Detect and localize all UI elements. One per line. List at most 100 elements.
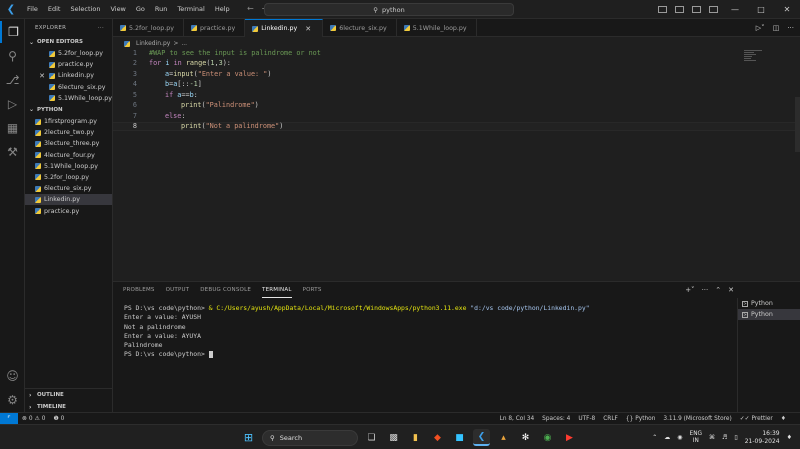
open-editor-item[interactable]: practice.py xyxy=(25,59,112,70)
tab-6lecture-six[interactable]: 6lecture_six.py xyxy=(323,19,397,37)
code-line[interactable]: 7 else: xyxy=(113,111,800,120)
language-mode[interactable]: {} Python xyxy=(622,416,660,422)
file-item[interactable]: 1firstprogram.py xyxy=(25,116,112,127)
red-app-icon[interactable]: ◆ xyxy=(429,429,446,446)
file-item[interactable]: practice.py xyxy=(25,205,112,216)
close-editor-icon[interactable]: ✕ xyxy=(37,72,47,80)
tab-terminal[interactable]: TERMINAL xyxy=(262,282,292,298)
volume-icon[interactable]: ♬ xyxy=(722,434,727,441)
source-control-icon[interactable]: ⎇ xyxy=(0,69,25,91)
code-line[interactable]: 4 b=a[::-1] xyxy=(113,80,800,89)
indentation[interactable]: Spaces: 4 xyxy=(538,416,574,422)
encoding[interactable]: UTF-8 xyxy=(574,416,599,422)
maximize-button[interactable]: □ xyxy=(748,5,774,14)
menu-terminal[interactable]: Terminal xyxy=(172,0,209,19)
menu-go[interactable]: Go xyxy=(131,0,150,19)
language-indicator[interactable]: ENG IN xyxy=(690,431,703,445)
chatgpt-app-icon[interactable]: ✻ xyxy=(517,429,534,446)
chrome-app-icon[interactable]: ◉ xyxy=(539,429,556,446)
run-debug-icon[interactable]: ▷ xyxy=(0,93,25,115)
windows-start-icon[interactable]: ⊞ xyxy=(240,429,257,446)
clock[interactable]: 16:39 21-09-2024 xyxy=(745,430,780,446)
timeline-section[interactable]: › TIMELINE xyxy=(25,401,112,412)
open-editor-item[interactable]: 6lecture_six.py xyxy=(25,82,112,93)
line-endings[interactable]: CRLF xyxy=(599,416,622,422)
notifications-bell-icon[interactable]: ♦ xyxy=(777,416,790,422)
file-item[interactable]: 3lecture_three.py xyxy=(25,138,112,149)
file-explorer-icon[interactable]: ▮ xyxy=(407,429,424,446)
ports-status[interactable]: ❶ 0 xyxy=(49,416,68,422)
run-python-icon[interactable]: ▷˅ xyxy=(756,24,765,32)
tab-problems[interactable]: PROBLEMS xyxy=(123,282,155,298)
cloud-icon[interactable]: ☁ xyxy=(664,434,670,441)
cursor-position[interactable]: Ln 8, Col 34 xyxy=(496,416,539,422)
code-line[interactable]: 6 print("Palindrome") xyxy=(113,101,800,110)
extensions-icon[interactable]: ▦ xyxy=(0,117,25,139)
toggle-sidebar-icon[interactable] xyxy=(658,6,667,13)
wifi-icon[interactable]: ⌘ xyxy=(709,434,715,441)
code-line[interactable]: 1 #WAP to see the input is palindrome or… xyxy=(113,48,800,57)
split-editor-icon[interactable]: ◫ xyxy=(773,24,780,32)
more-actions-icon[interactable]: ··· xyxy=(702,286,709,294)
terminal-entry[interactable]: > Python xyxy=(738,298,800,309)
open-editor-item[interactable]: 5.2for_loop.py xyxy=(25,48,112,59)
menu-help[interactable]: Help xyxy=(210,0,235,19)
toggle-secondary-sidebar-icon[interactable] xyxy=(692,6,701,13)
tab-linkedin-active[interactable]: Linkedin.py ✕ xyxy=(245,19,324,37)
explorer-files-icon[interactable]: ❐ xyxy=(0,21,25,43)
python-interpreter[interactable]: 3.11.9 (Microsoft Store) xyxy=(659,416,735,422)
tab-practice[interactable]: practice.py xyxy=(184,19,246,37)
taskbar-search[interactable]: ⚲ Search xyxy=(262,429,358,446)
account-icon[interactable]: ☺ xyxy=(0,365,25,387)
close-tab-icon[interactable]: ✕ xyxy=(303,25,313,33)
outline-section[interactable]: › OUTLINE xyxy=(25,389,112,401)
tab-output[interactable]: OUTPUT xyxy=(166,282,190,298)
vscode-taskbar-icon[interactable]: ❮ xyxy=(473,429,490,446)
tab-debug-console[interactable]: DEBUG CONSOLE xyxy=(200,282,251,298)
new-terminal-icon[interactable]: +˅ xyxy=(685,286,694,294)
code-line-current[interactable]: 8 print("Not a palindrome") xyxy=(113,121,800,131)
widgets-icon[interactable]: ▩ xyxy=(385,429,402,446)
menu-run[interactable]: Run xyxy=(150,0,172,19)
code-line[interactable]: 3 a=input("Enter a value: ") xyxy=(113,69,800,78)
remote-indicator-icon[interactable]: ⌜ xyxy=(0,412,18,425)
manage-gear-icon[interactable]: ⚙ xyxy=(0,389,25,411)
breadcrumb-file[interactable]: Linkedin.py xyxy=(136,40,170,47)
python-folder-section[interactable]: ⌄ PYTHON xyxy=(25,104,112,116)
tray-overflow-icon[interactable]: ⌃ xyxy=(652,434,657,441)
open-editor-item-active[interactable]: ✕ Linkedin.py xyxy=(25,70,112,81)
testing-flask-icon[interactable]: ⚒ xyxy=(0,141,25,163)
prettier-status[interactable]: ✓✓ Prettier xyxy=(736,416,777,422)
menu-view[interactable]: View xyxy=(105,0,130,19)
maximize-panel-icon[interactable]: ⌃ xyxy=(715,286,721,294)
more-actions-icon[interactable]: ··· xyxy=(98,25,104,31)
terminal-output[interactable]: PS D:\vs code\python> & C:/Users/ayush/A… xyxy=(124,304,734,360)
file-item[interactable]: 5.2for_loop.py xyxy=(25,172,112,183)
search-icon[interactable]: ⚲ xyxy=(0,45,25,67)
file-item[interactable]: 6lecture_six.py xyxy=(25,183,112,194)
pycharm-app-icon[interactable]: ▴ xyxy=(495,429,512,446)
toggle-panel-icon[interactable] xyxy=(675,6,684,13)
menu-selection[interactable]: Selection xyxy=(65,0,105,19)
notification-bell-icon[interactable]: ♦ xyxy=(787,434,792,441)
close-window-button[interactable]: ✕ xyxy=(774,5,800,14)
back-arrow-icon[interactable]: ← xyxy=(247,4,254,13)
menu-file[interactable]: File xyxy=(22,0,43,19)
terminal-entry-selected[interactable]: > Python xyxy=(738,309,800,320)
open-editor-item[interactable]: 5.1While_loop.py xyxy=(25,93,112,104)
battery-icon[interactable]: ▯ xyxy=(734,434,737,441)
tab-5-2for-loop[interactable]: 5.2for_loop.py xyxy=(113,19,184,37)
tab-ports[interactable]: PORTS xyxy=(303,282,322,298)
file-item[interactable]: 2lecture_two.py xyxy=(25,127,112,138)
code-line[interactable]: 2 for i in range(1,3): xyxy=(113,59,800,68)
file-item[interactable]: 5.1While_loop.py xyxy=(25,161,112,172)
command-center-search[interactable]: ⚲ python xyxy=(264,3,514,16)
code-line[interactable]: 5 if a==b: xyxy=(113,90,800,99)
problems-status[interactable]: ⊗ 0 ⚠ 0 xyxy=(18,416,49,422)
breadcrumb-more[interactable]: ... xyxy=(181,40,187,47)
editor-scrollbar[interactable] xyxy=(795,97,800,152)
tab-5-1while-loop[interactable]: 5.1While_loop.py xyxy=(397,19,477,37)
close-panel-icon[interactable]: ✕ xyxy=(728,286,734,294)
code-editor[interactable]: 1 #WAP to see the input is palindrome or… xyxy=(113,48,800,281)
file-item-selected[interactable]: Linkedin.py xyxy=(25,194,112,206)
